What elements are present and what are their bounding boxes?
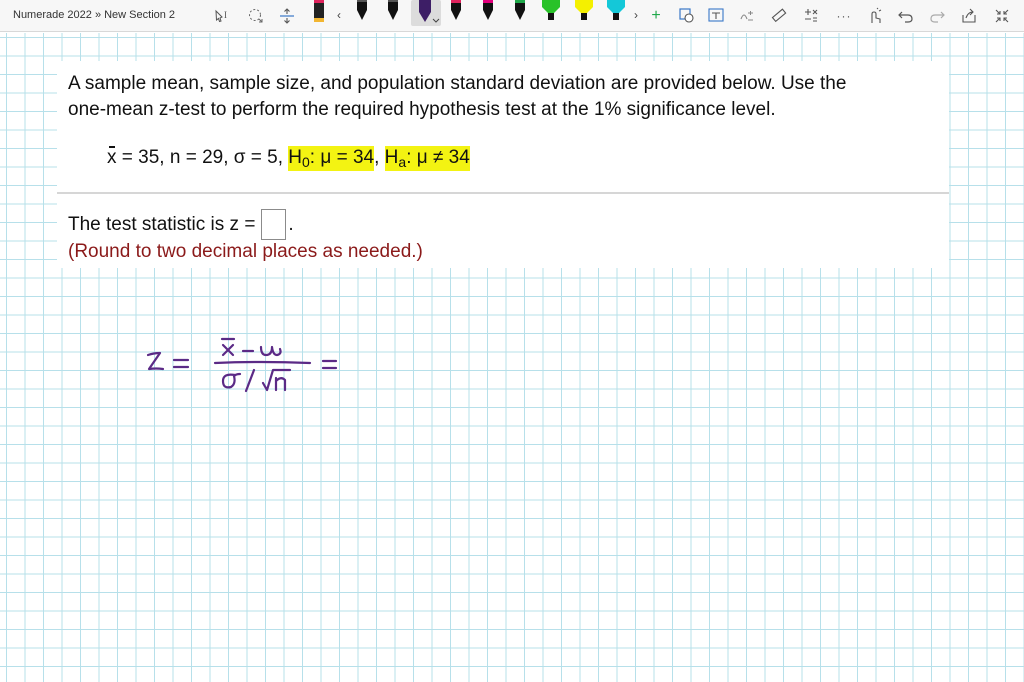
ink-x (221, 343, 235, 357)
null-hypothesis-text: : μ = 34 (309, 147, 375, 168)
chevron-right-icon[interactable]: › (634, 8, 638, 22)
question-line-1: A sample mean, sample size, and populati… (68, 73, 847, 94)
ink-n (274, 376, 287, 392)
ink-equals-1 (172, 358, 190, 369)
ink-equals-2 (321, 359, 338, 370)
chevron-left-icon[interactable]: ‹ (337, 8, 341, 22)
answer-prompt: The test statistic is z = (68, 213, 256, 235)
pen-pink-icon[interactable] (480, 0, 496, 26)
ink-slash (244, 368, 256, 393)
redo-icon[interactable] (927, 6, 947, 26)
answer-period: . (288, 213, 294, 235)
text-select-icon[interactable]: I (213, 6, 233, 26)
highlighter-yellow-icon[interactable] (573, 0, 595, 26)
fullscreen-icon[interactable] (992, 6, 1012, 26)
question-line-2: one-mean z-test to perform the required … (68, 99, 776, 120)
answer-line: The test statistic is z = . (68, 209, 294, 240)
rounding-hint: (Round to two decimal places as needed.) (68, 241, 423, 262)
pen-purple-icon[interactable] (411, 0, 441, 26)
insert-space-icon[interactable] (277, 6, 297, 26)
pen-red-icon[interactable] (448, 0, 464, 26)
highlighter-green-icon[interactable] (540, 0, 562, 26)
ribbon-toolbar: Numerade 2022 » New Section 2 I ‹ › + ··… (0, 0, 1024, 32)
lasso-icon[interactable] (246, 6, 266, 26)
touch-draw-icon[interactable] (865, 6, 885, 26)
question-screenshot: A sample mean, sample size, and populati… (57, 61, 949, 268)
ink-to-math-icon[interactable] (737, 6, 757, 26)
alternative-hypothesis-label: H (384, 147, 399, 168)
separator-comma: , (374, 147, 385, 168)
math-icon[interactable] (801, 6, 821, 26)
question-text: A sample mean, sample size, and populati… (68, 71, 938, 123)
x-bar-symbol: x (107, 146, 117, 168)
ink-z (146, 351, 165, 371)
ink-to-shape-icon[interactable] (677, 6, 697, 26)
ink-mu (259, 345, 282, 357)
pen-black-3-icon[interactable] (385, 0, 401, 26)
undo-icon[interactable] (896, 6, 916, 26)
answer-input-box[interactable] (261, 209, 287, 240)
divider (57, 192, 949, 194)
highlighter-cyan-icon[interactable] (605, 0, 627, 26)
alternative-hypothesis-text: : μ ≠ 34 (406, 147, 470, 168)
null-hypothesis: H0: μ = 34 (288, 146, 375, 171)
share-icon[interactable] (959, 6, 979, 26)
alternative-hypothesis: Ha: μ ≠ 34 (384, 146, 470, 171)
given-values-text: = 35, n = 29, σ = 5, (116, 147, 289, 168)
ink-fraction-bar (213, 360, 312, 365)
pen-black-2-icon[interactable] (354, 0, 370, 26)
grid-canvas[interactable]: A sample mean, sample size, and populati… (0, 33, 1024, 682)
add-pen-icon[interactable]: + (646, 6, 666, 26)
ink-sigma (221, 372, 242, 389)
handwritten-formula[interactable] (130, 323, 370, 413)
more-icon[interactable]: ··· (834, 6, 854, 26)
given-values: x = 35, n = 29, σ = 5, H0: μ = 34, Ha: μ… (107, 146, 470, 171)
ink-to-text-icon[interactable] (706, 6, 726, 26)
ruler-icon[interactable] (769, 6, 789, 26)
pen-green-icon[interactable] (512, 0, 528, 26)
null-hypothesis-subscript: 0 (302, 154, 310, 170)
breadcrumb[interactable]: Numerade 2022 » New Section 2 (13, 9, 175, 21)
svg-text:I: I (224, 10, 227, 20)
pen-black-icon[interactable] (311, 0, 327, 26)
null-hypothesis-label: H (288, 147, 302, 168)
